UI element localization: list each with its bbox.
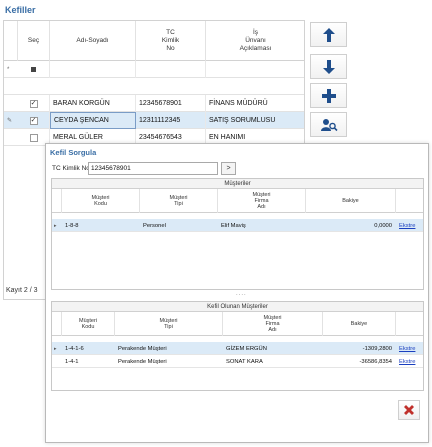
column-header-musteri-firma-adi[interactable]: Müşteri Firma Adı xyxy=(223,312,323,336)
cell-balance: -1309,2800 xyxy=(362,345,392,352)
column-header-musteri-kodu[interactable]: Müşteri Kodu xyxy=(62,312,115,336)
edit-row-pencil-icon: ✎ xyxy=(7,118,13,124)
row-pointer-icon: ▸ xyxy=(54,345,57,352)
new-row[interactable]: * xyxy=(4,61,304,78)
tc-label: TC Kimlik No xyxy=(52,165,90,172)
select-checkbox[interactable]: ✓ xyxy=(29,116,38,125)
table-row[interactable]: ▸ 1-8-8 Personel Elif Maviş 0,0000 Ekstr… xyxy=(52,219,423,232)
kefiller-title: Kefiller xyxy=(5,5,36,15)
column-header-tc-kimlik-no[interactable]: TC Kimlik No xyxy=(136,21,206,61)
column-header-ekstre xyxy=(396,189,424,213)
table-row[interactable]: 1-4-1 Perakende Müşteri SONAT KARA -3658… xyxy=(52,355,423,368)
cell-job: FİNANS MÜDÜRÜ xyxy=(209,100,268,107)
cell-firm-name: SONAT KARA xyxy=(226,358,263,365)
musteriler-header: Müşteri Kodu Müşteri Tipi Müşteri Firma … xyxy=(52,189,423,213)
column-header-bakiye[interactable]: Bakiye xyxy=(323,312,396,336)
ekstre-link[interactable]: Ekstre xyxy=(396,355,424,368)
new-row-marker-icon: * xyxy=(7,66,10,73)
close-icon xyxy=(404,405,414,415)
column-header-adi-soyadi[interactable]: Adı-Soyadı xyxy=(50,21,136,61)
column-header-sec[interactable]: Seç xyxy=(18,21,50,61)
arrow-up-icon xyxy=(322,27,335,42)
select-checkbox[interactable]: ✓ xyxy=(29,99,38,108)
move-down-button[interactable] xyxy=(310,54,347,79)
filter-row xyxy=(4,78,304,95)
column-header-musteri-kodu[interactable]: Müşteri Kodu xyxy=(62,189,140,213)
table-row[interactable]: ✓ BARAN KORGÜN 12345678901 FİNANS MÜDÜRÜ xyxy=(4,95,304,112)
cell-tc: 12311112345 xyxy=(136,112,206,129)
dialog-title: Kefil Sorgula xyxy=(50,148,97,157)
tc-input[interactable] xyxy=(88,162,218,175)
cell-type: Perakende Müşteri xyxy=(118,345,167,352)
cell-name: BARAN KORGÜN xyxy=(50,95,136,112)
row-indicator-header xyxy=(4,21,18,61)
cell-balance: -36586,8354 xyxy=(359,358,392,365)
row-pointer-icon: ▸ xyxy=(54,222,57,229)
column-header-ekstre xyxy=(396,312,424,336)
column-header-is-unvani[interactable]: İş Ünvanı Açıklaması xyxy=(206,21,305,61)
cell-firm-name: Elif Maviş xyxy=(221,222,246,229)
arrow-down-icon xyxy=(322,59,335,74)
plus-icon xyxy=(321,88,336,103)
add-button[interactable] xyxy=(310,83,347,108)
cell-balance: 0,0000 xyxy=(374,222,392,229)
cell-type: Perakende Müşteri xyxy=(118,358,167,365)
tc-search-button[interactable]: > xyxy=(221,162,236,175)
move-up-button[interactable] xyxy=(310,22,347,47)
cell-firm-name: GİZEM ERGÜN xyxy=(226,345,267,352)
cell-code: 1-4-1 xyxy=(65,358,79,365)
ekstre-link[interactable]: Ekstre xyxy=(396,219,424,232)
select-checkbox[interactable] xyxy=(29,133,38,142)
search-guarantor-button[interactable] xyxy=(310,112,347,137)
table-row[interactable]: ✎ ✓ CEYDA ŞENCAN 12311112345 SATIŞ SORUM… xyxy=(4,112,304,129)
cell-code: 1-8-8 xyxy=(65,222,79,229)
cell-tc: 12345678901 xyxy=(136,95,206,112)
musteriler-caption: Müşteriler xyxy=(52,179,423,189)
new-row-checkbox[interactable] xyxy=(31,67,36,72)
kefiller-grid-header: Seç Adı-Soyadı TC Kimlik No İş Ünvanı Aç… xyxy=(4,21,304,61)
cell-job: SATIŞ SORUMLUSU xyxy=(209,117,276,124)
record-navigator: Kayıt 2 / 3 xyxy=(6,287,38,294)
cell-type: Personel xyxy=(143,222,166,229)
column-header-musteri-tipi[interactable]: Müşteri Tipi xyxy=(115,312,223,336)
column-header-bakiye[interactable]: Bakiye xyxy=(306,189,396,213)
ekstre-link[interactable]: Ekstre xyxy=(396,342,424,355)
cell-code: 1-4-1-6 xyxy=(65,345,84,352)
column-header-musteri-firma-adi[interactable]: Müşteri Firma Adı xyxy=(218,189,306,213)
kefil-olunan-header: Müşteri Kodu Müşteri Tipi Müşteri Firma … xyxy=(52,312,423,336)
kefil-sorgula-dialog: Kefil Sorgula TC Kimlik No > Müşteriler … xyxy=(45,143,429,443)
musteriler-grid: Müşteriler Müşteri Kodu Müşteri Tipi Müş… xyxy=(51,178,424,290)
column-header-musteri-tipi[interactable]: Müşteri Tipi xyxy=(140,189,218,213)
grid-splitter[interactable]: .... xyxy=(236,291,247,297)
table-row[interactable]: ▸ 1-4-1-6 Perakende Müşteri GİZEM ERGÜN … xyxy=(52,342,423,355)
kefil-olunan-grid: Kefil Olunan Müşteriler Müşteri Kodu Müş… xyxy=(51,301,424,391)
cell-name[interactable]: CEYDA ŞENCAN xyxy=(50,112,136,129)
close-button[interactable] xyxy=(398,400,420,420)
kefil-olunan-caption: Kefil Olunan Müşteriler xyxy=(52,302,423,312)
user-search-icon xyxy=(320,118,338,131)
